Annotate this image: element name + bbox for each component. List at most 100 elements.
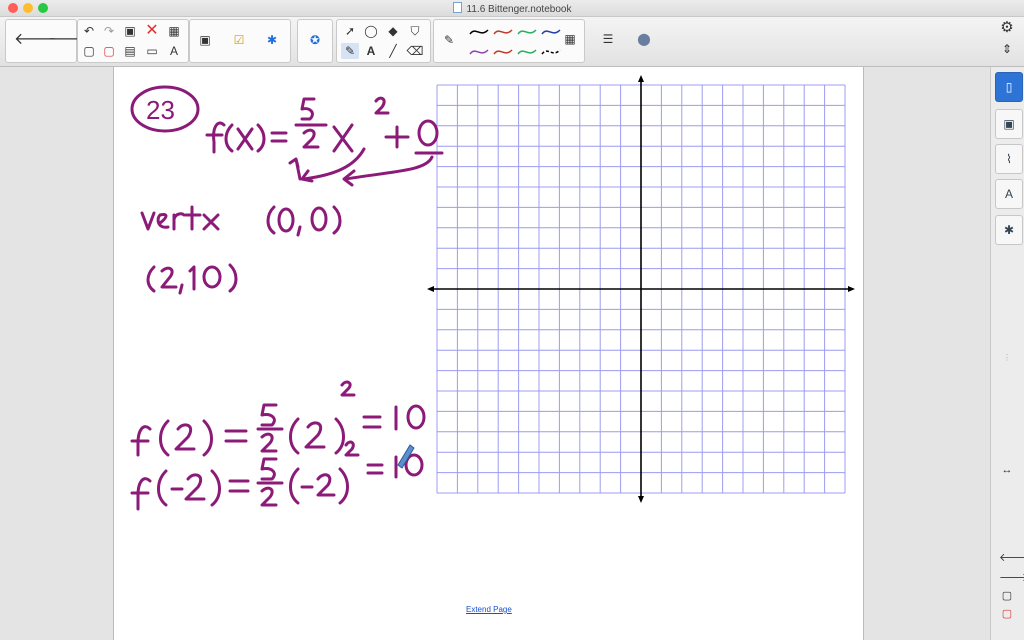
text-icon[interactable]: A (362, 43, 380, 59)
fill-icon[interactable]: ◆ (384, 23, 402, 39)
ink-two-c (260, 432, 278, 453)
eraser-icon[interactable]: ⌫ (406, 43, 424, 59)
line-icon[interactable]: ╱ (384, 43, 402, 59)
color-palette-icon[interactable]: ▦ (561, 31, 579, 47)
next-page-icon[interactable]: 🡒 (999, 571, 1024, 585)
paint-bucket-icon[interactable]: ⛉ (406, 23, 424, 39)
page-sorter-icon: ▯ (1005, 80, 1013, 94)
x-axis-arrow-left (427, 286, 434, 292)
ink-vertex-word (140, 205, 220, 231)
resize-handle-icon[interactable]: ⋮ (999, 351, 1015, 365)
ink-exp-3 (344, 440, 360, 457)
whiteboard-canvas[interactable]: 23 (114, 67, 863, 640)
ink-equals (270, 131, 288, 143)
pen-icon[interactable]: ✎ (341, 43, 359, 59)
text-size-icon[interactable]: A (165, 43, 183, 59)
table-icon[interactable]: ▦ (165, 23, 183, 39)
ink-paren-h (334, 417, 345, 455)
arrow-left-icon[interactable]: 🡐 (14, 32, 57, 48)
gear-icon[interactable]: ⚙ (998, 20, 1016, 36)
undo-icon[interactable]: ↶ (80, 23, 98, 39)
ink-f (205, 121, 226, 154)
redo-icon[interactable]: ↷ (100, 23, 118, 39)
ink-arrow-1-head (300, 169, 314, 183)
ink-paren-f (202, 419, 213, 457)
ink-two-f (260, 486, 278, 507)
ink-two-e (184, 473, 206, 501)
gallery-tab[interactable]: ▣ (995, 109, 1023, 139)
ink-zero-a (277, 207, 295, 233)
pen-swatch-purple (469, 49, 489, 55)
add-page-icon[interactable]: ▢ (999, 589, 1015, 603)
ink-paren-open (224, 123, 234, 153)
window-title: 11.6 Bittenger.notebook (0, 2, 1024, 15)
ink-f-3 (130, 477, 152, 511)
properties-icon[interactable]: ⬤ (635, 31, 653, 47)
ink-paren-a (266, 205, 276, 235)
ink-two-d (304, 421, 326, 449)
capture-icon[interactable]: ✪ (306, 32, 324, 48)
screen-icon[interactable]: ▭ (143, 43, 161, 59)
extend-page-link[interactable]: Extend Page (466, 605, 512, 614)
y-axis-arrow-up (638, 75, 644, 82)
ink-exp-2 (340, 380, 356, 397)
ink-two-b (174, 423, 196, 451)
ink-zero (417, 119, 439, 147)
properties-tab[interactable]: A (995, 179, 1023, 209)
ink-comma-b (178, 283, 184, 295)
arrow-right-icon[interactable]: 🡒 (48, 32, 91, 48)
shapes-icon[interactable]: ◯ (362, 23, 380, 39)
ink-zero-b (310, 206, 328, 232)
handwritten-ink: 23 (130, 85, 444, 511)
response-icon[interactable]: ☑ (230, 32, 248, 48)
ink-paren-c (146, 265, 156, 293)
ink-x (236, 127, 254, 151)
new-page-icon[interactable]: ▢ (80, 43, 98, 59)
screen-shade-icon[interactable]: ▣ (196, 32, 214, 48)
main-toolbar: 🡐 🡒 ↶ ↷ ▣ ✕ ▦ ▢ ▢ ▤ ▭ A ▣ ☑ ✱ ✪ ➚ ◯ ◆ ⛉ … (0, 17, 1024, 67)
ink-zero-c (202, 265, 222, 289)
magic-pen-icon[interactable]: ✎ (440, 32, 458, 48)
page-sorter-tab[interactable]: ▯ (995, 72, 1023, 102)
line-style-icon[interactable]: ☰ (599, 31, 617, 47)
attachments-tab[interactable]: ⌇ (995, 144, 1023, 174)
delete-page-icon[interactable]: ▢ (999, 607, 1015, 621)
x-axis-arrow-right (848, 286, 855, 292)
ink-paren-k (289, 467, 300, 505)
addons-icon: ✱ (1003, 223, 1015, 237)
panel-toggle-icon[interactable]: ↔ (999, 463, 1015, 477)
ink-plus (384, 125, 410, 149)
toolbar-toggle-icon[interactable]: ⇕ (998, 41, 1016, 57)
previous-page-icon[interactable]: 🡐 (999, 551, 1024, 565)
ink-f-2 (130, 425, 152, 457)
ink-paren-b (332, 205, 342, 235)
ink-paren-e (159, 419, 170, 457)
gallery-icon: ▣ (1003, 117, 1015, 131)
side-panel: ▯ ▣ ⌇ A ✱ ⋮ ↔ 🡐 🡒 ▢ ▢ (990, 67, 1024, 640)
navigation-group: 🡐 🡒 (5, 19, 91, 63)
ink-equals-4 (228, 479, 250, 493)
style-group: ▦ ☰ ⬤ (555, 19, 655, 61)
addons-icon[interactable]: ✱ (263, 32, 281, 48)
ink-zero-d (406, 404, 426, 430)
ink-arrow-up (288, 157, 302, 181)
pen-swatch-red-2 (493, 49, 513, 55)
ink-one (188, 265, 196, 291)
addons-tab[interactable]: ✱ (995, 215, 1023, 245)
insert-icon[interactable]: ▤ (121, 43, 139, 59)
pen-swatch-black (469, 29, 489, 35)
pen-swatch-green (517, 29, 537, 35)
select-icon[interactable]: ➚ (341, 23, 359, 39)
notebook-page[interactable]: 23 (113, 67, 864, 640)
ink-paren-j (210, 469, 221, 507)
lesson-group: ▣ ☑ ✱ (189, 19, 291, 63)
delete-x-icon[interactable]: ✕ (143, 23, 161, 39)
delete-page-icon[interactable]: ▢ (100, 43, 118, 59)
workspace: 23 (0, 67, 990, 640)
ink-comma-a (296, 225, 302, 237)
ink-equals-5 (366, 463, 384, 475)
save-icon[interactable]: ▣ (121, 23, 139, 39)
ink-exponent-two (374, 96, 390, 115)
ink-five (300, 97, 316, 121)
ink-five-2 (260, 403, 278, 427)
